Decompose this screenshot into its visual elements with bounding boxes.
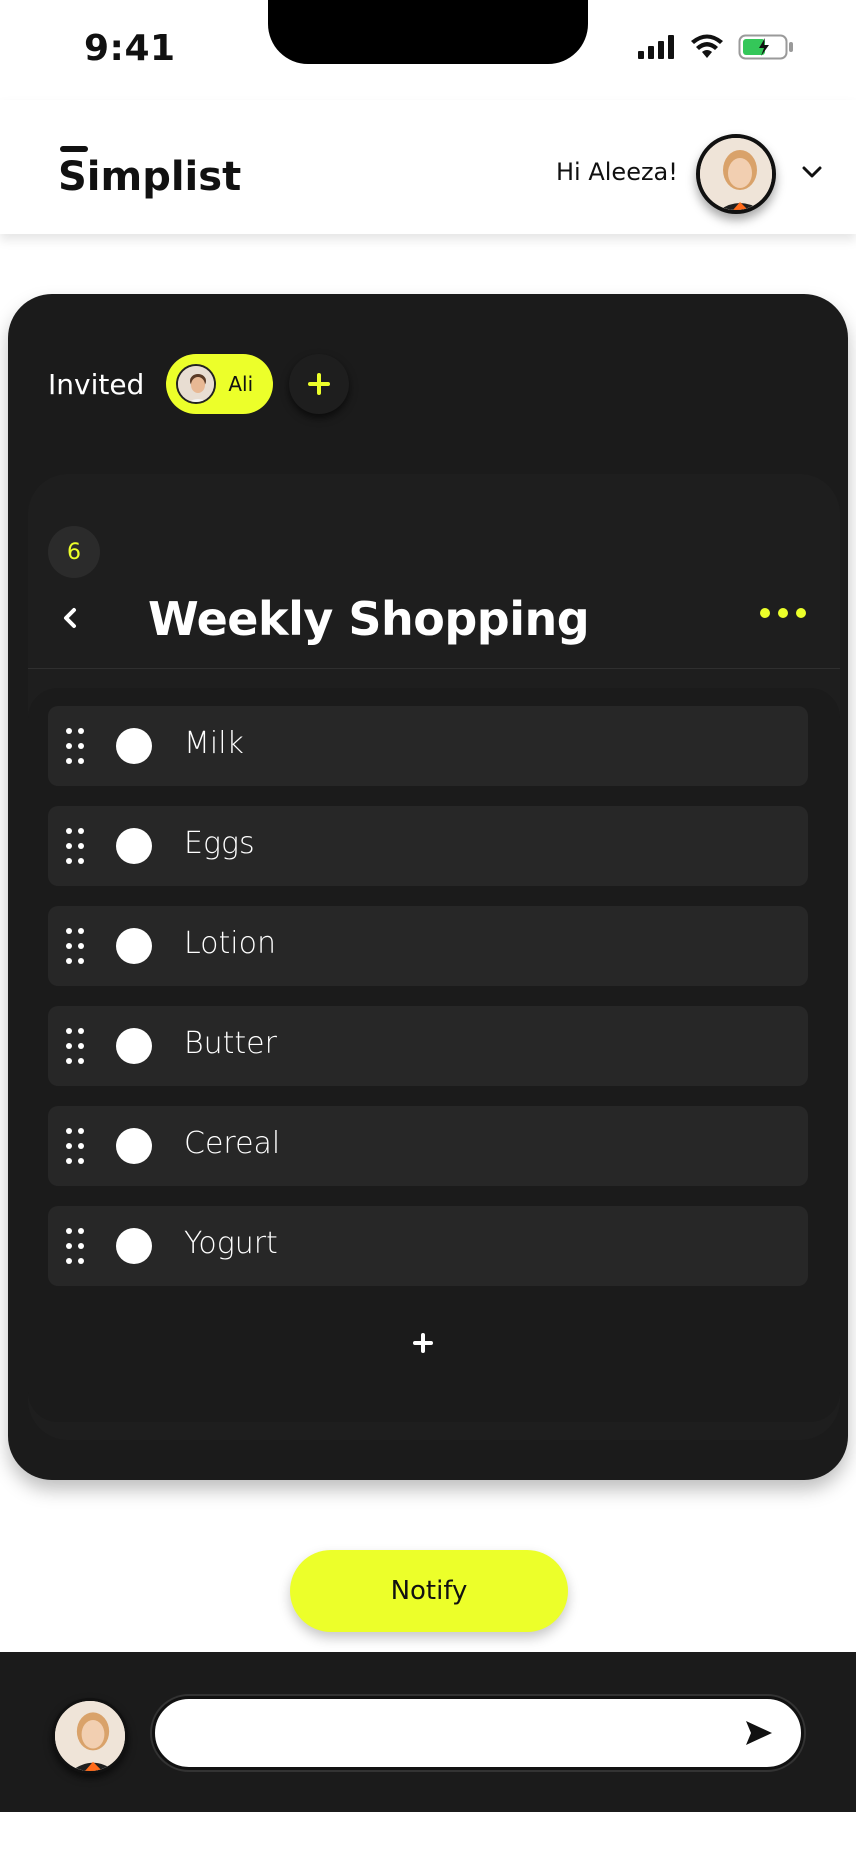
- add-item-button[interactable]: [408, 1328, 438, 1358]
- status-bar: 9:41: [0, 0, 856, 100]
- drag-handle-icon[interactable]: [66, 928, 86, 964]
- item-checkbox[interactable]: [116, 828, 152, 864]
- items-list: Milk Eggs Lotion Butter Cereal Yogurt: [28, 688, 840, 1422]
- item-checkbox[interactable]: [116, 1128, 152, 1164]
- list-item[interactable]: Lotion: [48, 906, 808, 986]
- item-checkbox[interactable]: [116, 1028, 152, 1064]
- item-count-badge: 6: [48, 526, 100, 578]
- list-container-card: Invited Ali 6 Weekly Shopping Milk Eggs …: [8, 294, 848, 1480]
- item-checkbox[interactable]: [116, 928, 152, 964]
- item-label: Yogurt: [184, 1226, 278, 1261]
- divider: [28, 668, 840, 669]
- plus-icon: [308, 373, 331, 395]
- list-item[interactable]: Eggs: [48, 806, 808, 886]
- app-logo: Simplist: [58, 142, 241, 200]
- back-button[interactable]: [52, 600, 88, 636]
- item-label: Milk: [184, 726, 244, 761]
- user-avatar-image: [700, 138, 772, 210]
- list-item[interactable]: Milk: [48, 706, 808, 786]
- drag-handle-icon[interactable]: [66, 1228, 86, 1264]
- shopping-list-card: 6 Weekly Shopping Milk Eggs Lotion Butte…: [28, 474, 840, 1440]
- battery-charging-icon: [738, 34, 793, 60]
- drag-handle-icon[interactable]: [66, 1128, 86, 1164]
- signal-icon: [638, 35, 674, 59]
- drag-handle-icon[interactable]: [66, 828, 86, 864]
- user-avatar[interactable]: [696, 134, 776, 214]
- invitee-chip[interactable]: Ali: [166, 354, 274, 414]
- invitee-name: Ali: [228, 372, 254, 396]
- send-button[interactable]: [742, 1716, 776, 1750]
- drag-handle-icon[interactable]: [66, 1028, 86, 1064]
- wifi-icon: [691, 34, 723, 58]
- app-header: Simplist Hi Aleeza!: [0, 100, 856, 234]
- logo-mark: [60, 146, 88, 152]
- item-label: Eggs: [184, 826, 255, 861]
- item-label: Lotion: [184, 926, 277, 961]
- item-label: Butter: [184, 1026, 277, 1061]
- list-item[interactable]: Yogurt: [48, 1206, 808, 1286]
- more-options-button[interactable]: [760, 608, 806, 618]
- drag-handle-icon[interactable]: [66, 728, 86, 764]
- plus-icon: [413, 1333, 433, 1353]
- invited-row: Invited Ali: [48, 354, 350, 414]
- send-icon: [746, 1721, 772, 1745]
- chevron-left-icon: [64, 608, 76, 628]
- chevron-down-icon[interactable]: [798, 158, 826, 186]
- list-title: Weekly Shopping: [148, 592, 590, 646]
- item-checkbox[interactable]: [116, 728, 152, 764]
- list-item[interactable]: Butter: [48, 1006, 808, 1086]
- item-label: Cereal: [184, 1126, 281, 1161]
- device-notch: [268, 0, 588, 64]
- status-time: 9:41: [84, 28, 176, 69]
- invited-label: Invited: [48, 367, 145, 401]
- item-checkbox[interactable]: [116, 1228, 152, 1264]
- message-composer: [0, 1652, 856, 1812]
- composer-avatar: [52, 1698, 128, 1774]
- notify-button[interactable]: Notify: [290, 1550, 568, 1632]
- status-icons: [638, 34, 794, 60]
- invitee-avatar: [176, 364, 217, 404]
- greeting-text: Hi Aleeza!: [556, 158, 678, 186]
- list-item[interactable]: Cereal: [48, 1106, 808, 1186]
- add-invitee-button[interactable]: [289, 354, 350, 414]
- more-horizontal-icon: [760, 608, 770, 618]
- message-input[interactable]: [152, 1696, 804, 1770]
